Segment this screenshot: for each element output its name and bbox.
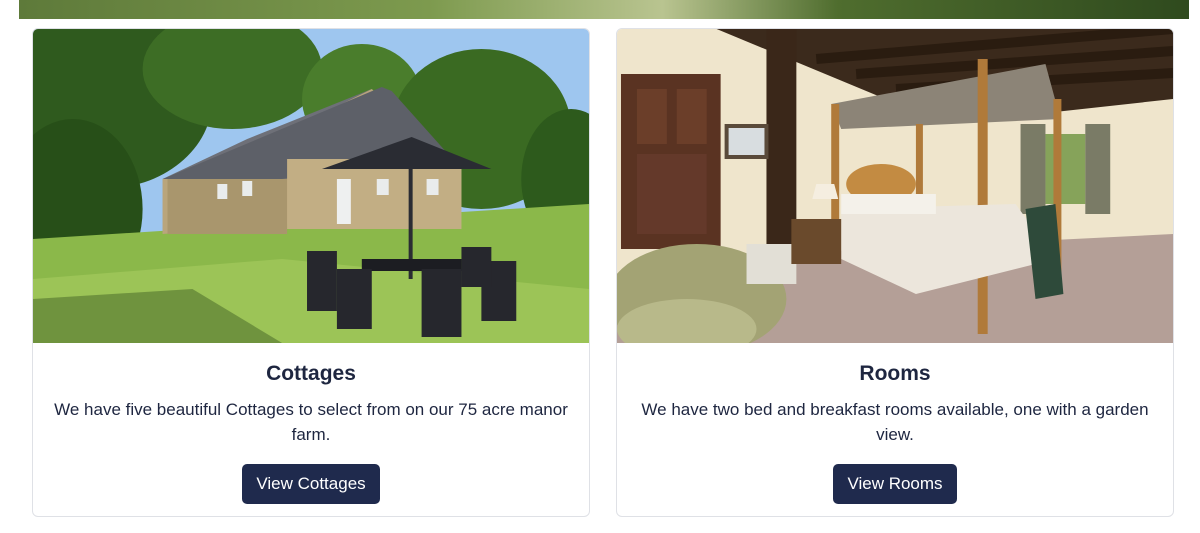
- cottages-title: Cottages: [266, 362, 356, 385]
- cottages-image[interactable]: [33, 29, 589, 343]
- view-cottages-button[interactable]: View Cottages: [242, 464, 380, 504]
- rooms-card: Rooms We have two bed and breakfast room…: [616, 28, 1174, 517]
- cottages-card: Cottages We have five beautiful Cottages…: [32, 28, 590, 517]
- cottages-description: We have five beautiful Cottages to selec…: [54, 400, 568, 444]
- hero-image-strip: [19, 0, 1189, 19]
- view-rooms-button[interactable]: View Rooms: [833, 464, 957, 504]
- rooms-description: We have two bed and breakfast rooms avai…: [641, 400, 1149, 444]
- rooms-title: Rooms: [859, 362, 931, 385]
- rooms-image[interactable]: [617, 29, 1173, 343]
